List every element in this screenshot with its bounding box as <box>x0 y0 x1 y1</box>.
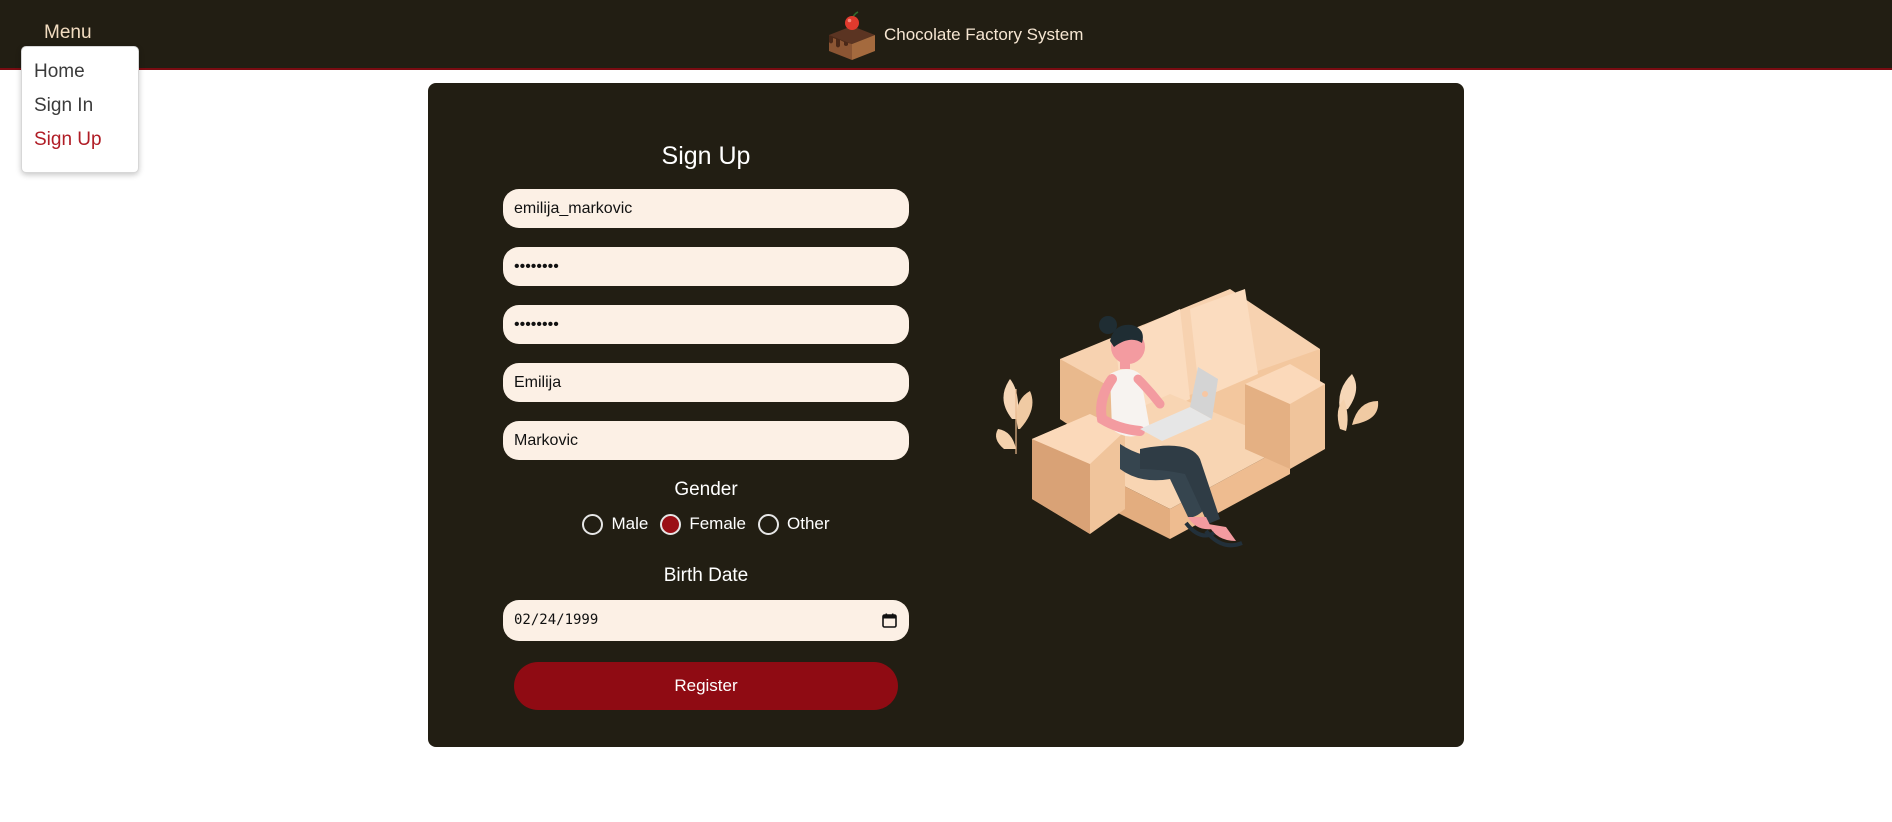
radio-male[interactable] <box>582 513 604 535</box>
gender-radio-group: Male Female Other <box>503 512 909 536</box>
birth-date-value: 02/24/1999 <box>514 612 599 628</box>
radio-female-label: Female <box>689 514 746 533</box>
last-name-value: Markovic <box>514 432 579 449</box>
menu-item-home[interactable]: Home <box>22 61 138 95</box>
register-button[interactable]: Register <box>514 662 898 710</box>
menu-item-sign-up[interactable]: Sign Up <box>22 129 138 163</box>
confirm-password-field[interactable]: •••••••• <box>503 305 909 344</box>
radio-female[interactable] <box>660 513 682 535</box>
menu-item-sign-in[interactable]: Sign In <box>22 95 138 129</box>
password-field[interactable]: •••••••• <box>503 247 909 286</box>
form-title: Sign Up <box>661 142 751 170</box>
first-name-value: Emilija <box>514 374 562 391</box>
app-title: Chocolate Factory System <box>884 25 1084 44</box>
gender-option-female[interactable]: Female <box>660 513 746 535</box>
signup-form: Sign Up emilija_markovic •••••••• ••••••… <box>503 139 909 710</box>
woman-on-sofa-illustration <box>996 289 1379 548</box>
birth-date-label: Birth Date <box>663 565 749 586</box>
top-navbar: Menu Chocolate Factory System <box>0 0 1892 70</box>
calendar-icon[interactable] <box>882 613 897 628</box>
plant-right-icon <box>1337 374 1379 431</box>
plant-left-icon <box>996 379 1033 454</box>
gender-label: Gender <box>674 479 738 500</box>
cake-logo-icon <box>829 11 875 60</box>
password-value: •••••••• <box>514 258 559 275</box>
birth-date-input[interactable]: 02/24/1999 <box>503 600 909 641</box>
gender-option-male[interactable]: Male <box>582 513 649 535</box>
last-name-field[interactable]: Markovic <box>503 421 909 460</box>
menu-button[interactable]: Menu <box>44 22 92 44</box>
username-field[interactable]: emilija_markovic <box>503 189 909 228</box>
username-value: emilija_markovic <box>514 200 633 217</box>
confirm-password-value: •••••••• <box>514 316 559 333</box>
radio-male-label: Male <box>611 514 649 533</box>
radio-other[interactable] <box>758 513 779 535</box>
first-name-field[interactable]: Emilija <box>503 363 909 402</box>
gender-option-other[interactable]: Other <box>758 513 830 535</box>
radio-other-label: Other <box>787 514 830 533</box>
signup-card: Sign Up emilija_markovic •••••••• ••••••… <box>428 83 1464 747</box>
brand: Chocolate Factory System <box>826 10 1083 60</box>
menu-dropdown: Home Sign In Sign Up <box>21 46 139 173</box>
